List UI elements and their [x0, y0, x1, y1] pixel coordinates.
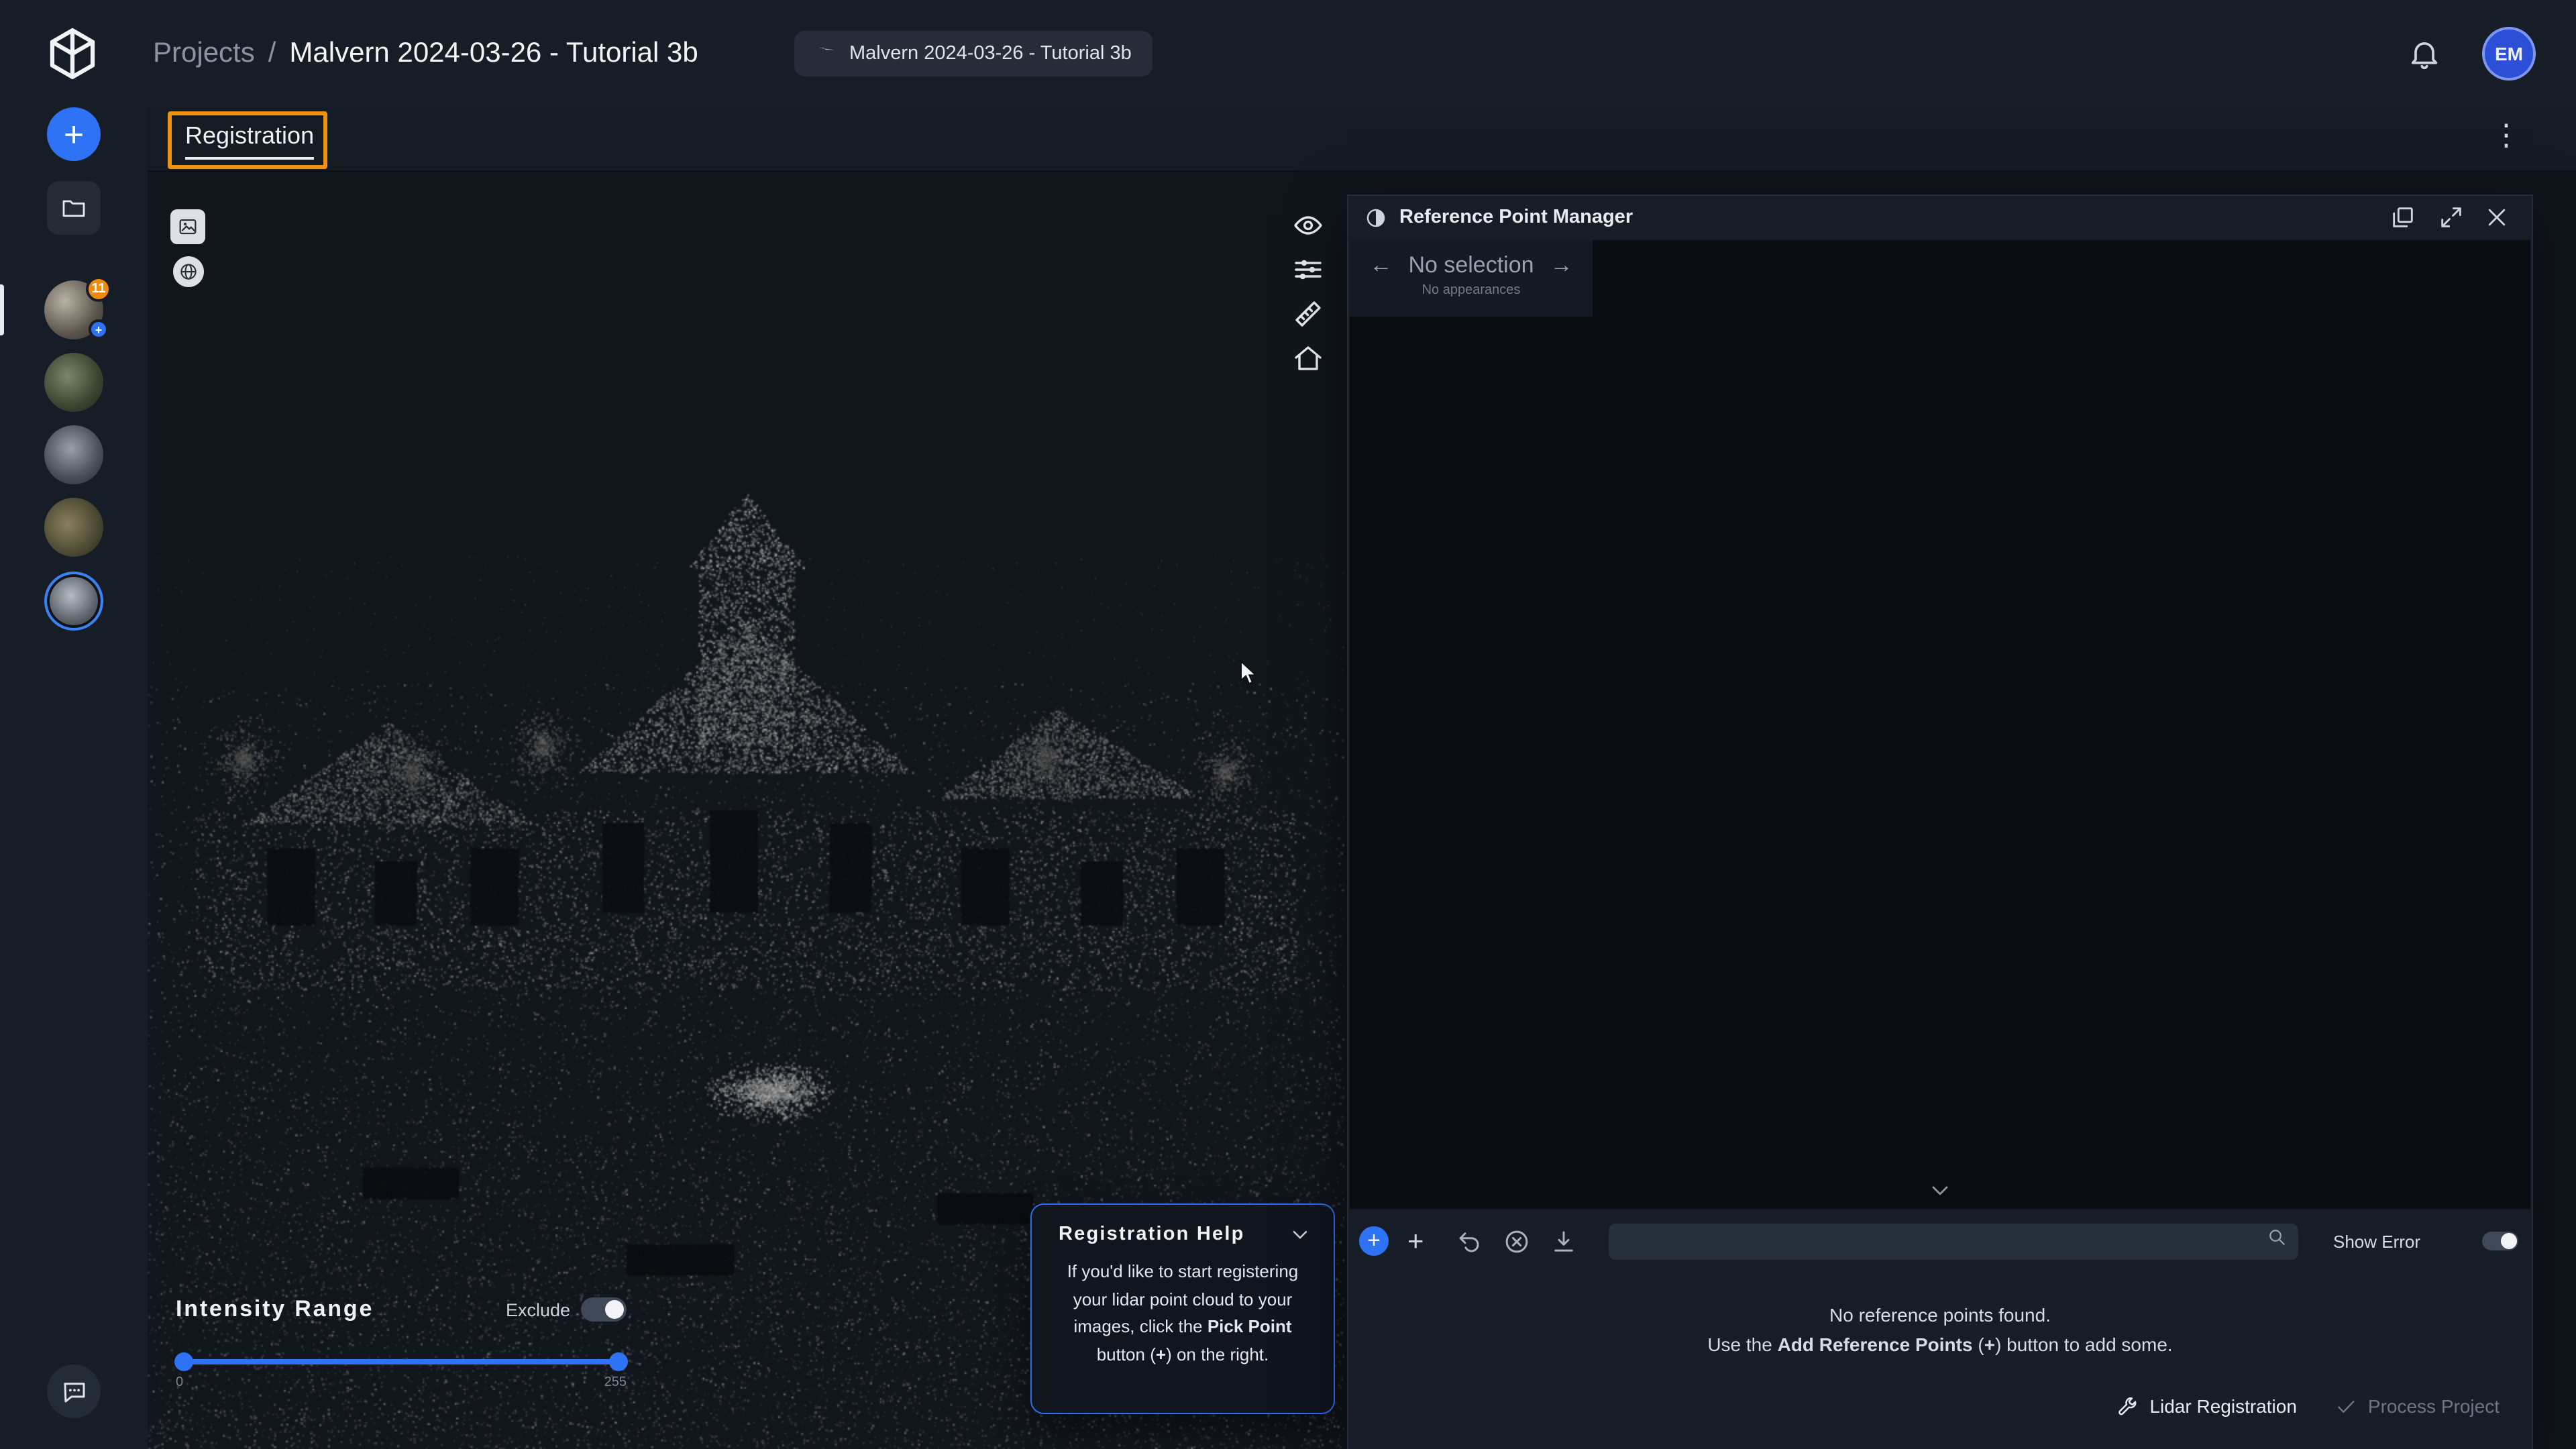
tab-registration[interactable]: Registration [185, 122, 314, 160]
plus-icon: + [1367, 1228, 1381, 1254]
tab-overflow-menu-button[interactable]: ⋮ [2490, 118, 2522, 153]
breadcrumb-current: Malvern 2024-03-26 - Tutorial 3b [289, 38, 698, 70]
intensity-slider [176, 1352, 627, 1371]
toggle-knob [2501, 1233, 2517, 1249]
image-thumbnail-2[interactable] [44, 353, 103, 412]
help-pick-point-bold: Pick Point [1208, 1316, 1292, 1336]
undo-icon[interactable] [1456, 1227, 1484, 1255]
kebab-icon: ⋮ [2491, 118, 2521, 152]
no-selection-label: No selection [1408, 252, 1534, 279]
intensity-max-label: 255 [604, 1375, 627, 1390]
add-reference-point-button[interactable]: + [1359, 1226, 1389, 1256]
panel-header[interactable]: Reference Point Manager [1348, 196, 2532, 239]
measure-ruler-button[interactable] [1292, 298, 1324, 330]
process-project-button[interactable]: Process Project [2334, 1395, 2500, 1417]
top-bar: Projects / Malvern 2024-03-26 - Tutorial… [0, 0, 2576, 107]
registration-help-popover: Registration Help If you'd like to start… [1030, 1203, 1335, 1414]
mouse-cursor [1240, 660, 1258, 687]
close-icon[interactable] [2483, 204, 2510, 231]
toggle-knob [605, 1300, 624, 1319]
thumbnail-edit-badge: + [89, 319, 109, 339]
image-thumbnail-5-selected[interactable] [44, 572, 103, 631]
project-chip-label: Malvern 2024-03-26 - Tutorial 3b [849, 43, 1132, 64]
breadcrumb: Projects / Malvern 2024-03-26 - Tutorial… [153, 0, 698, 107]
lidar-registration-button[interactable]: Lidar Registration [2116, 1395, 2296, 1417]
panel-footer: Lidar Registration Process Project [1348, 1382, 2532, 1430]
support-chat-button[interactable] [47, 1364, 101, 1418]
folder-icon [816, 43, 837, 64]
globe-icon [178, 262, 199, 282]
tab-registration-label: Registration [185, 122, 314, 160]
breadcrumb-separator: / [268, 38, 276, 70]
no-appearances-label: No appearances [1350, 283, 1593, 298]
image-thumbnail-4[interactable] [44, 498, 103, 557]
intensity-range-title: Intensity Range [176, 1296, 374, 1323]
plus-icon: + [64, 113, 84, 155]
reference-search-input[interactable] [1609, 1223, 2298, 1259]
upload-count-badge: 11 [86, 276, 111, 302]
avatar-initials: EM [2495, 43, 2523, 64]
reference-point-manager-panel: Reference Point Manager ← No selection →… [1347, 195, 2533, 1449]
breadcrumb-projects-link[interactable]: Projects [153, 38, 255, 70]
check-icon [2334, 1395, 2357, 1417]
active-thumbnail-indicator [0, 284, 4, 335]
add-project-button[interactable]: + [47, 107, 101, 161]
next-selection-arrow[interactable]: → [1550, 252, 1573, 279]
show-error-label: Show Error [2333, 1231, 2420, 1251]
image-thumbnail-3[interactable] [44, 425, 103, 484]
sphere-icon [1364, 206, 1387, 229]
exclude-label: Exclude [506, 1299, 570, 1320]
left-sidebar: + 11 + [0, 107, 148, 1449]
notifications-bell-icon[interactable] [2407, 36, 2442, 71]
imagery-layers-button[interactable] [170, 209, 205, 244]
empty-line-1: No reference points found. [1348, 1301, 2532, 1330]
home-view-button[interactable] [1292, 342, 1324, 374]
expand-fullscreen-icon[interactable] [2438, 204, 2465, 231]
wrench-icon [2116, 1395, 2139, 1417]
intensity-min-label: 0 [176, 1375, 183, 1390]
globe-view-button[interactable] [173, 256, 204, 287]
plus-icon: + [1156, 1344, 1166, 1364]
exclude-toggle[interactable] [581, 1297, 627, 1322]
content-tab-bar: Registration ⋮ [148, 107, 2576, 172]
folder-icon [60, 195, 87, 221]
previous-selection-arrow[interactable]: ← [1369, 252, 1392, 279]
process-project-label: Process Project [2368, 1395, 2500, 1417]
empty-line-2: Use the Add Reference Points (+) button … [1348, 1330, 2532, 1359]
reference-point-viewport[interactable]: ← No selection → No appearances [1350, 240, 2530, 1209]
intensity-slider-track[interactable] [176, 1359, 627, 1364]
panel-title: Reference Point Manager [1399, 207, 1633, 228]
show-error-toggle[interactable] [2482, 1232, 2518, 1250]
app-window: Projects / Malvern 2024-03-26 - Tutorial… [0, 0, 2576, 1449]
user-avatar[interactable]: EM [2482, 27, 2536, 80]
empty-state-message: No reference points found. Use the Add R… [1348, 1301, 2532, 1360]
project-chip[interactable]: Malvern 2024-03-26 - Tutorial 3b [794, 31, 1153, 76]
lidar-registration-label: Lidar Registration [2149, 1395, 2296, 1417]
selection-navigator: ← No selection → No appearances [1350, 240, 1593, 317]
photo-icon [177, 216, 199, 237]
plus-icon: + [1984, 1333, 1995, 1354]
intensity-slider-min-handle[interactable] [174, 1352, 193, 1371]
visibility-eye-button[interactable] [1292, 209, 1324, 241]
reference-toolbar: + + Show Error [1348, 1218, 2532, 1264]
help-title: Registration Help [1059, 1224, 1245, 1245]
popout-window-icon[interactable] [2390, 204, 2416, 231]
expand-panel-chevron-icon[interactable] [1927, 1177, 1953, 1203]
download-icon[interactable] [1550, 1227, 1578, 1255]
clear-selection-icon[interactable] [1503, 1227, 1531, 1255]
display-settings-button[interactable] [1292, 254, 1324, 286]
search-icon[interactable] [2266, 1226, 2288, 1248]
help-body-text: If you'd like to start registering your … [1032, 1246, 1334, 1368]
add-plain-button[interactable]: + [1407, 1227, 1424, 1255]
intensity-range-panel: Intensity Range Exclude 0 255 [176, 1296, 627, 1390]
plus-icon: + [1407, 1226, 1424, 1256]
projects-folder-button[interactable] [47, 181, 101, 235]
collapse-chevron-icon[interactable] [1288, 1222, 1312, 1246]
app-logo-icon[interactable] [43, 24, 102, 83]
chat-bubble-icon [60, 1377, 88, 1405]
intensity-slider-max-handle[interactable] [609, 1352, 628, 1371]
